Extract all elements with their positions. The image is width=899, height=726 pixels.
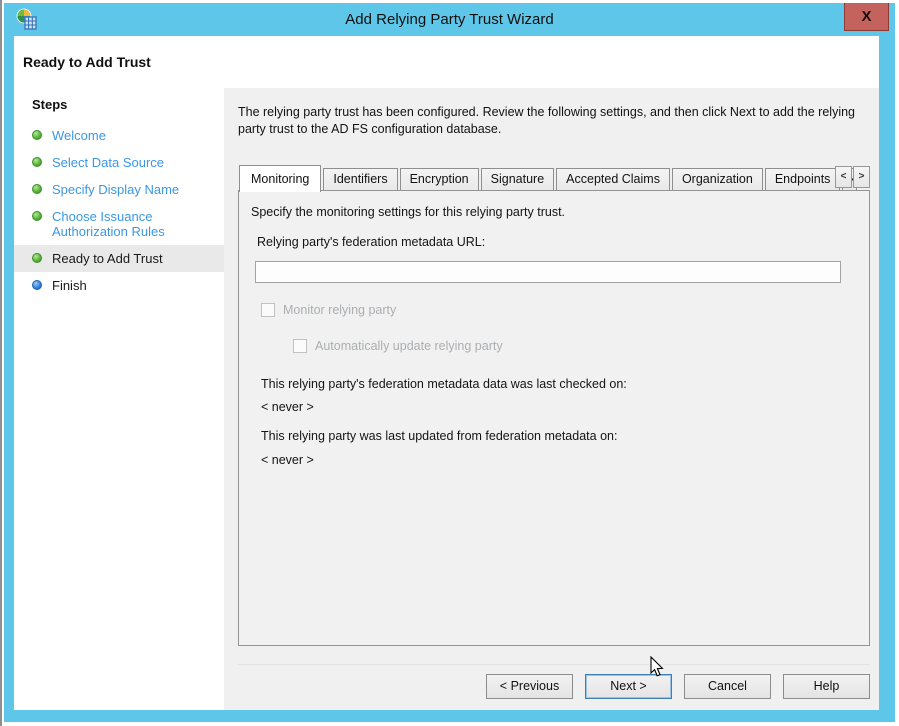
- step-completed-icon: [32, 157, 42, 167]
- tab-scroll-right-button[interactable]: >: [853, 166, 870, 188]
- tab-monitoring[interactable]: Monitoring: [239, 165, 321, 192]
- wizard-dialog: Ready to Add Trust Steps Welcome Select …: [14, 36, 879, 710]
- window-titlebar[interactable]: Add Relying Party Trust Wizard X: [4, 3, 895, 36]
- wizard-window: Add Relying Party Trust Wizard X Ready t…: [4, 3, 895, 722]
- tab-signature[interactable]: Signature: [481, 168, 555, 191]
- cancel-button[interactable]: Cancel: [684, 674, 771, 699]
- tab-strip: Monitoring Identifiers Encryption Signat…: [238, 164, 870, 191]
- last-checked-label: This relying party's federation metadata…: [261, 377, 627, 391]
- previous-button[interactable]: < Previous: [486, 674, 573, 699]
- close-button[interactable]: X: [844, 3, 889, 31]
- step-label: Choose Issuance Authorization Rules: [52, 209, 207, 239]
- metadata-url-label: Relying party's federation metadata URL:: [257, 235, 485, 249]
- tab-endpoints[interactable]: Endpoints: [765, 168, 841, 191]
- step-label: Ready to Add Trust: [52, 251, 163, 266]
- steps-heading: Steps: [32, 97, 224, 112]
- step-choose-issuance-authorization-rules: Choose Issuance Authorization Rules: [14, 203, 224, 245]
- help-button[interactable]: Help: [783, 674, 870, 699]
- step-welcome: Welcome: [14, 122, 224, 149]
- step-label: Welcome: [52, 128, 106, 143]
- step-ready-to-add-trust: Ready to Add Trust: [14, 245, 224, 272]
- step-upcoming-icon: [32, 280, 42, 290]
- mouse-cursor: [650, 656, 665, 683]
- page-title: Ready to Add Trust: [23, 54, 151, 70]
- last-updated-value: < never >: [261, 453, 314, 467]
- checkbox-label: Automatically update relying party: [315, 339, 503, 353]
- checkbox-unchecked-icon: [293, 339, 307, 353]
- main-content: The relying party trust has been configu…: [224, 88, 879, 710]
- tab-identifiers[interactable]: Identifiers: [323, 168, 397, 191]
- metadata-url-input[interactable]: [255, 261, 841, 283]
- screen: Add Relying Party Trust Wizard X Ready t…: [0, 0, 899, 726]
- auto-update-relying-party-checkbox: Automatically update relying party: [293, 339, 503, 353]
- tab-accepted-claims[interactable]: Accepted Claims: [556, 168, 670, 191]
- last-updated-label: This relying party was last updated from…: [261, 429, 617, 443]
- checkbox-unchecked-icon: [261, 303, 275, 317]
- steps-sidebar: Steps Welcome Select Data Source Specify…: [14, 88, 224, 710]
- step-label: Select Data Source: [52, 155, 164, 170]
- tab-organization[interactable]: Organization: [672, 168, 763, 191]
- tab-encryption[interactable]: Encryption: [400, 168, 479, 191]
- monitor-relying-party-checkbox: Monitor relying party: [261, 303, 396, 317]
- step-finish: Finish: [14, 272, 224, 299]
- step-label: Specify Display Name: [52, 182, 179, 197]
- step-select-data-source: Select Data Source: [14, 149, 224, 176]
- page-description: The relying party trust has been configu…: [238, 104, 860, 138]
- page-header: Ready to Add Trust: [14, 36, 879, 88]
- step-completed-icon: [32, 184, 42, 194]
- adfs-icon: [16, 8, 38, 31]
- monitoring-tab-panel: Specify the monitoring settings for this…: [238, 190, 870, 646]
- step-completed-icon: [32, 130, 42, 140]
- step-label: Finish: [52, 278, 87, 293]
- wizard-button-bar: < Previous Next > Cancel Help: [238, 664, 870, 699]
- window-title: Add Relying Party Trust Wizard: [4, 11, 895, 28]
- checkbox-label: Monitor relying party: [283, 303, 396, 317]
- step-completed-icon: [32, 211, 42, 221]
- step-completed-icon: [32, 253, 42, 263]
- last-checked-value: < never >: [261, 400, 314, 414]
- tab-scroll-left-button[interactable]: <: [835, 166, 852, 188]
- step-specify-display-name: Specify Display Name: [14, 176, 224, 203]
- settings-tab-control: Monitoring Identifiers Encryption Signat…: [238, 164, 870, 646]
- monitoring-instruction: Specify the monitoring settings for this…: [251, 205, 565, 219]
- tab-scroll-buttons: < >: [834, 166, 870, 188]
